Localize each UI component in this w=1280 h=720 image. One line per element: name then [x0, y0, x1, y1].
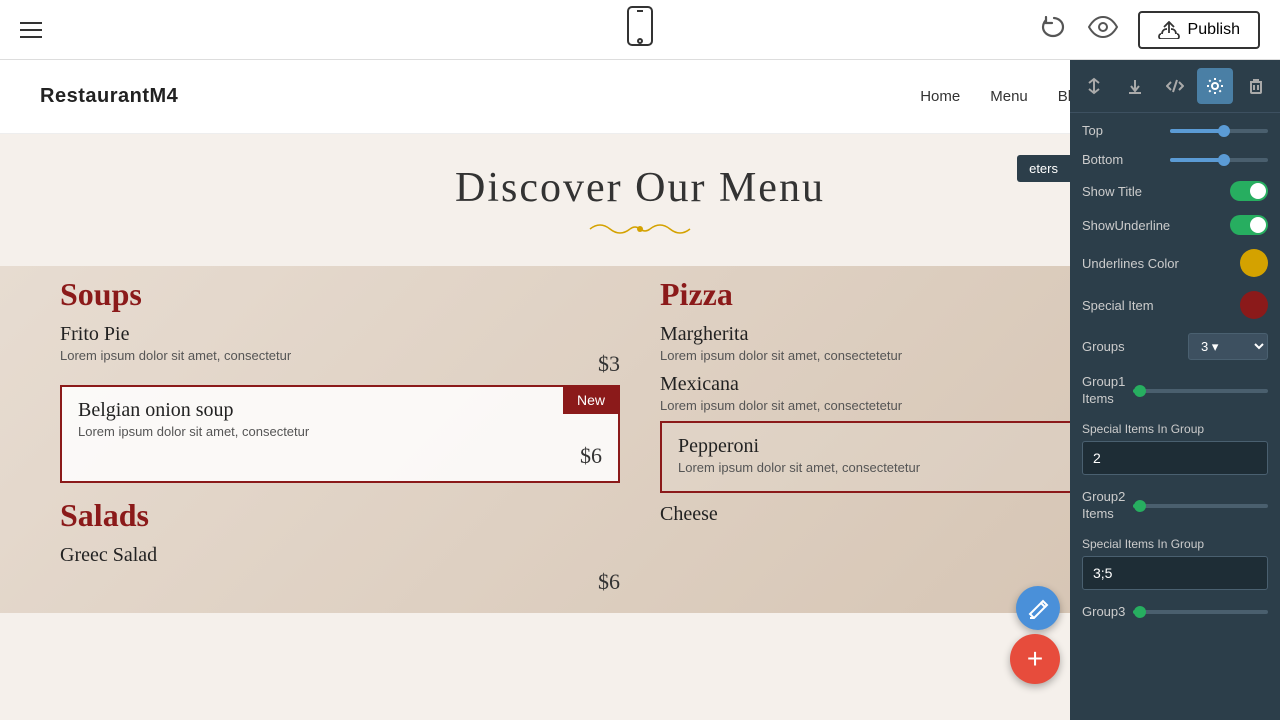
- panel-tool-delete[interactable]: [1238, 68, 1274, 104]
- site-logo: RestaurantM4: [40, 85, 178, 108]
- special-item-box: New Belgian onion soup Lorem ipsum dolor…: [60, 385, 620, 483]
- group3-label: Group3: [1082, 604, 1125, 621]
- category-salads: Salads: [60, 497, 620, 534]
- bottom-slider[interactable]: [1170, 158, 1268, 162]
- group2-items-label: Group2Items: [1082, 489, 1125, 523]
- menu-col-left: Soups Frito Pie Lorem ipsum dolor sit am…: [40, 266, 640, 613]
- item-name: Belgian onion soup: [78, 399, 602, 422]
- panel-toolbar: [1070, 60, 1280, 113]
- phone-preview-icon[interactable]: [625, 6, 655, 53]
- special-items-group1-label: Special Items In Group: [1082, 422, 1268, 436]
- publish-label: Publish: [1188, 21, 1240, 39]
- nav-home[interactable]: Home: [920, 88, 960, 105]
- top-bar: Publish: [0, 0, 1280, 60]
- undo-icon[interactable]: [1040, 16, 1068, 44]
- category-soups: Soups: [60, 276, 620, 313]
- show-title-label: Show Title: [1082, 184, 1162, 199]
- group2-items-slider[interactable]: [1133, 504, 1268, 508]
- panel-row-groups: Groups 3 ▾: [1082, 333, 1268, 360]
- panel-special-items-group2: Special Items In Group: [1082, 537, 1268, 604]
- top-bar-right: Publish: [1040, 11, 1260, 49]
- item-desc: Lorem ipsum dolor sit amet, consectetur: [78, 424, 602, 439]
- top-label: Top: [1082, 123, 1162, 138]
- top-bar-center: [625, 6, 655, 53]
- top-slider[interactable]: [1170, 129, 1268, 133]
- panel-content: Top Bottom Show Title ShowUnderline: [1070, 113, 1280, 720]
- panel-row-group2-items: Group2Items: [1082, 489, 1268, 523]
- groups-label: Groups: [1082, 339, 1162, 354]
- show-underline-label: ShowUnderline: [1082, 218, 1170, 233]
- settings-panel: Top Bottom Show Title ShowUnderline: [1070, 60, 1280, 720]
- panel-row-group3: Group3: [1082, 604, 1268, 621]
- item-price: $6: [598, 569, 620, 595]
- underlines-color-swatch[interactable]: [1240, 249, 1268, 277]
- hamburger-menu[interactable]: [20, 22, 42, 38]
- show-title-toggle[interactable]: [1230, 181, 1268, 201]
- panel-row-group1-items: Group1Items: [1082, 374, 1268, 408]
- panel-tool-download[interactable]: [1117, 68, 1153, 104]
- group3-slider[interactable]: [1133, 610, 1268, 614]
- panel-row-special-item: Special Item: [1082, 291, 1268, 319]
- publish-button[interactable]: Publish: [1138, 11, 1260, 49]
- list-item: Frito Pie Lorem ipsum dolor sit amet, co…: [60, 323, 620, 377]
- top-bar-left: [20, 22, 42, 38]
- parameters-label: eters: [1029, 161, 1058, 176]
- add-icon: +: [1027, 645, 1043, 673]
- panel-tool-settings[interactable]: [1197, 68, 1233, 104]
- groups-select[interactable]: 3 ▾: [1188, 333, 1268, 360]
- underlines-color-label: Underlines Color: [1082, 256, 1179, 271]
- bottom-label: Bottom: [1082, 152, 1162, 167]
- add-fab-button[interactable]: +: [1010, 634, 1060, 684]
- panel-row-show-title: Show Title: [1082, 181, 1268, 201]
- panel-tool-reorder[interactable]: [1076, 68, 1112, 104]
- show-underline-toggle[interactable]: [1230, 215, 1268, 235]
- list-item: Greec Salad $6: [60, 544, 620, 595]
- item-name: Frito Pie: [60, 323, 129, 346]
- special-item-label: Special Item: [1082, 298, 1162, 313]
- special-badge: New: [563, 386, 619, 414]
- item-price: $6: [580, 443, 602, 468]
- panel-tool-code[interactable]: [1157, 68, 1193, 104]
- parameters-button[interactable]: eters: [1017, 155, 1070, 182]
- panel-row-top: Top: [1082, 123, 1268, 138]
- preview-eye-icon[interactable]: [1088, 16, 1118, 44]
- item-price: $3: [598, 351, 620, 376]
- special-items-group2-label: Special Items In Group: [1082, 537, 1268, 551]
- panel-row-underlines-color: Underlines Color: [1082, 249, 1268, 277]
- edit-fab-button[interactable]: [1016, 586, 1060, 630]
- group1-items-label: Group1Items: [1082, 374, 1125, 408]
- panel-special-items-group1: Special Items In Group 2: [1082, 422, 1268, 489]
- special-item-color-swatch[interactable]: [1240, 291, 1268, 319]
- panel-row-show-underline: ShowUnderline: [1082, 215, 1268, 235]
- special-items-group2-input[interactable]: [1082, 556, 1268, 590]
- special-items-group1-input[interactable]: 2: [1082, 441, 1268, 475]
- panel-row-bottom: Bottom: [1082, 152, 1268, 167]
- group1-items-slider[interactable]: [1133, 389, 1268, 393]
- nav-menu[interactable]: Menu: [990, 88, 1028, 105]
- item-name: Greec Salad: [60, 544, 620, 567]
